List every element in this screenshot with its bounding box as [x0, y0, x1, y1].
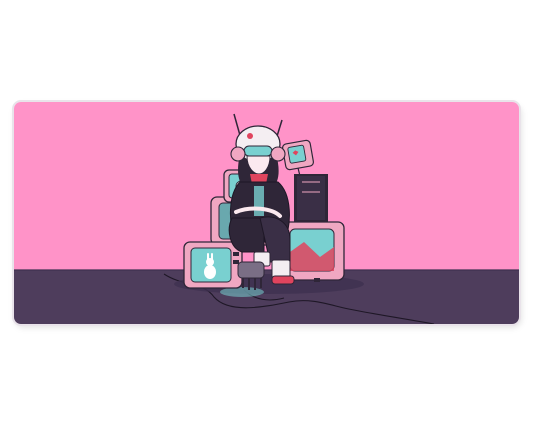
tv-bunny-screen — [183, 241, 243, 289]
artwork — [14, 102, 519, 324]
floor-cable-plug — [314, 278, 320, 282]
desk-mousepad — [12, 100, 521, 326]
